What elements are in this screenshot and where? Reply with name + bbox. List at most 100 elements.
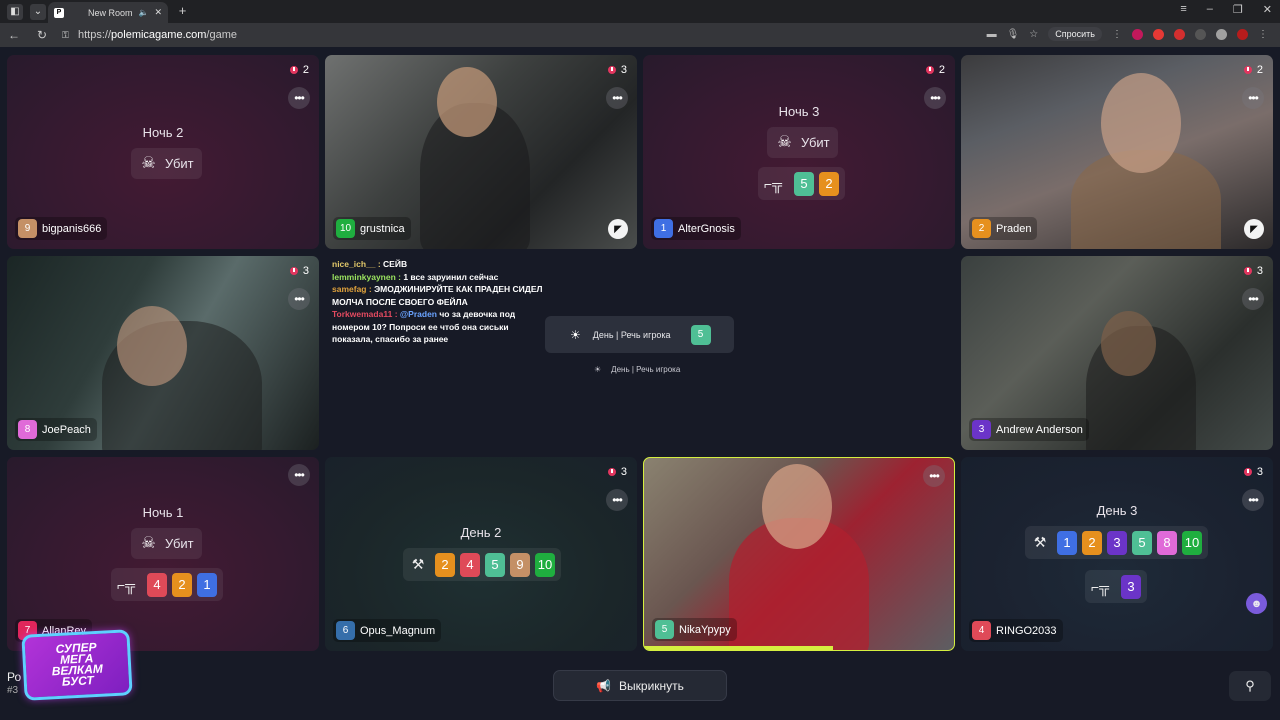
player-number: 5 (655, 620, 674, 639)
player-tile-3[interactable]: 3 ••• 3 Andrew Anderson (961, 256, 1273, 450)
current-phase-label: День | Речь игрока (592, 329, 671, 340)
chat-text: СЕЙВ (383, 259, 408, 269)
foul-icon (925, 66, 934, 74)
foul-badge: 3 (607, 64, 627, 76)
more-icon[interactable]: ••• (288, 288, 310, 310)
bookmark-icon[interactable]: ☆ (1029, 29, 1038, 40)
vote-chip: 1 (1057, 530, 1077, 555)
minimize-icon[interactable]: – (1207, 3, 1213, 16)
vote-chip: 3 (1107, 530, 1127, 555)
foul-icon (607, 66, 616, 74)
foul-icon (289, 66, 298, 74)
vote-chip: 4 (460, 552, 480, 577)
reaction-face-icon[interactable]: ☻ (1246, 593, 1267, 614)
maximize-icon[interactable]: ❐ (1233, 3, 1243, 16)
toolbar-right: ▬ 🎙 ☆ Спросить ⋮ ⋮ (987, 27, 1268, 41)
chat-user: Torkwemada11 (332, 309, 393, 319)
chat-message: nice_ich__ : СЕЙВ (332, 259, 408, 269)
url-prefix: https:// (78, 29, 112, 41)
player-tile-8[interactable]: 3 ••• 8 JoePeach (7, 256, 319, 450)
reload-icon[interactable]: ↻ (35, 28, 49, 42)
player-name: Praden (996, 222, 1032, 235)
foul-count: 2 (938, 64, 945, 76)
new-tab-button[interactable]: + (175, 4, 190, 19)
extension-icon[interactable] (1174, 28, 1185, 40)
back-icon[interactable]: ← (7, 28, 21, 42)
more-icon[interactable]: ••• (923, 465, 945, 487)
player-tile-9[interactable]: 2 ••• Ночь 2 ☠ Убит 9 bigpanis666 (7, 55, 319, 249)
camera-icon[interactable]: ◤ (608, 219, 628, 239)
more-icon[interactable]: ••• (606, 87, 628, 109)
shot-chip: 1 (197, 572, 217, 597)
window-controls: ≡ – ❐ ✕ (1180, 3, 1272, 16)
shout-button[interactable]: 📢 Выкрикнуть (553, 670, 727, 701)
more-vert-icon[interactable]: ⋮ (1112, 29, 1122, 40)
status-killed: ☠ Убит (767, 127, 838, 158)
camera-icon[interactable]: ▬ (987, 29, 997, 40)
vote-chip: 5 (485, 552, 505, 577)
camera-icon[interactable]: ◤ (1244, 219, 1264, 239)
browser-tab[interactable]: P New Room 🔈 ✕ (48, 2, 168, 23)
room-info: Ро #3 (7, 670, 21, 698)
webcam-face (1101, 311, 1156, 376)
vote-chip: 8 (1157, 530, 1177, 555)
extension-icon[interactable] (1216, 28, 1227, 40)
phase-label: Ночь 3 (778, 104, 820, 119)
speaker-number: 5 (690, 324, 711, 345)
player-tile-4[interactable]: 3 ••• День 3 ⚒ 1 2 3 5 8 10 ⌐╦ 3 4 RINGO2… (961, 457, 1273, 651)
vote-chip: 10 (1182, 530, 1202, 555)
chat-user: lemminkyaynen (332, 271, 396, 282)
shots-list: ⌐╦ 3 (1085, 570, 1147, 603)
tab-list-icon[interactable]: ⌄ (30, 3, 46, 20)
url-field[interactable]: ⚿ https://polemicagame.com/game (62, 26, 942, 44)
extension-icon[interactable] (1153, 28, 1164, 40)
player-tile-10[interactable]: 3 ••• ◤ 10 grustnica (325, 55, 637, 249)
speaking-progress-bar (644, 646, 834, 650)
phase-label: Ночь 1 (142, 505, 184, 520)
extension-icon[interactable] (1132, 28, 1143, 40)
player-tile-2[interactable]: 2 ••• ◤ 2 Praden (961, 55, 1273, 249)
browser-menu-icon[interactable]: ◧ (7, 3, 23, 20)
tab-close-icon[interactable]: ✕ (154, 7, 162, 18)
foul-badge: 2 (1243, 64, 1263, 76)
mic-icon[interactable]: 🎙 (1007, 29, 1020, 40)
gun-icon: ⌐╦ (117, 576, 136, 593)
ask-button[interactable]: Спросить (1048, 27, 1102, 41)
foul-count: 3 (302, 265, 309, 277)
more-icon[interactable]: ••• (1242, 288, 1264, 310)
skull-icon: ☠ (777, 134, 792, 151)
player-tile-6[interactable]: 3 ••• День 2 ⚒ 2 4 5 9 10 6 Opus_Magnum (325, 457, 637, 651)
current-phase-panel: ☀ День | Речь игрока 5 (545, 316, 734, 353)
more-icon[interactable]: ••• (288, 464, 310, 486)
more-icon[interactable]: ••• (1242, 87, 1264, 109)
extension-icon[interactable] (1195, 28, 1206, 40)
tab-audio-icon[interactable]: 🔈 (138, 8, 148, 17)
gavel-icon: ⚒ (1033, 534, 1047, 550)
player-tile-1[interactable]: 2 ••• Ночь 3 ☠ Убит ⌐╦ 5 2 1 AlterGnosis (643, 55, 955, 249)
extensions-menu-icon[interactable]: ⋮ (1258, 29, 1268, 40)
vote-chip: 10 (535, 552, 555, 577)
status-killed: ☠ Убит (131, 528, 202, 559)
settings-toggle-button[interactable]: ⚲ (1229, 671, 1271, 701)
webcam-face (1101, 73, 1181, 173)
foul-icon (1243, 468, 1252, 476)
vote-chip: 5 (1132, 530, 1152, 555)
foul-badge: 2 (289, 64, 309, 76)
shot-chip: 3 (1121, 574, 1141, 599)
foul-badge: 2 (925, 64, 945, 76)
site-info-icon[interactable]: ⚿ (62, 30, 72, 41)
vote-chip: 2 (435, 552, 455, 577)
foul-count: 2 (302, 64, 309, 76)
player-name: RINGO2033 (996, 624, 1057, 637)
player-tile-5[interactable]: ••• 5 NikaYpypy (643, 457, 955, 651)
player-tile-7[interactable]: ••• Ночь 1 ☠ Убит ⌐╦ 4 2 1 7 AllanRey (7, 457, 319, 651)
more-icon[interactable]: ••• (606, 489, 628, 511)
foul-icon (1243, 66, 1252, 74)
close-window-icon[interactable]: ✕ (1263, 3, 1272, 16)
phase-history-item: ☀ День | Речь игрока (594, 365, 680, 374)
browser-menu-lines-icon[interactable]: ≡ (1180, 3, 1186, 16)
chat-text: 1 все заруинил сейчас (403, 271, 499, 282)
more-icon[interactable]: ••• (288, 87, 310, 109)
room-short: Ро (7, 670, 22, 684)
extension-icon[interactable] (1237, 28, 1248, 40)
